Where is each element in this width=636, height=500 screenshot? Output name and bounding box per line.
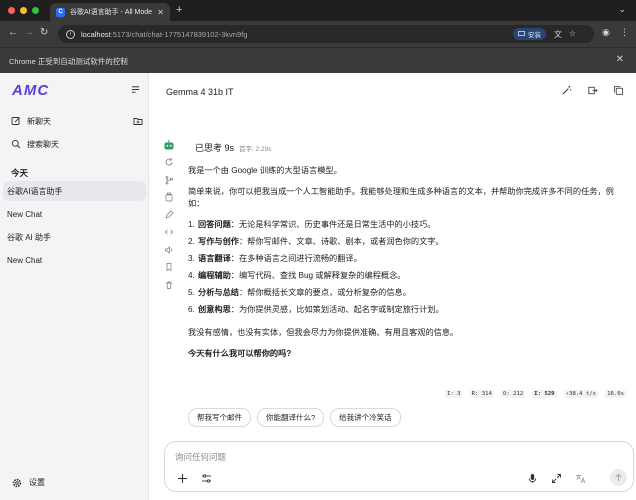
browser-tab[interactable]: C 谷歌AI语言助手 - All Model Ch ✕ xyxy=(50,3,170,21)
new-chat-button[interactable]: 新聊天 xyxy=(6,112,143,130)
speaker-icon[interactable] xyxy=(164,245,174,255)
conversation-item[interactable]: 谷歌 AI 助手 xyxy=(3,227,146,247)
list-item: 6. 创意构思：为你提供灵感，比如策划活动、起名字或制定旅行计划。 xyxy=(188,305,444,314)
first-token-time: 首字: 2.29s xyxy=(239,146,272,153)
token-stats: I: 3 R: 314 O: 212 Σ: 529 ⚡38.4 t/s 16.0… xyxy=(445,389,626,399)
settings-label: 设置 xyxy=(29,478,45,487)
app-logo: AMC xyxy=(12,82,50,99)
automation-infobar: Chrome 正受到自动测试软件的控制 ✕ xyxy=(0,47,636,73)
plus-icon[interactable] xyxy=(177,473,188,484)
tab-favicon-icon: C xyxy=(56,7,65,17)
copy-conversation-icon[interactable] xyxy=(613,85,624,96)
tab-title: 谷歌AI语言助手 - All Model Ch xyxy=(70,9,153,16)
message-actions xyxy=(164,157,174,297)
copy-message-icon[interactable] xyxy=(164,192,174,202)
address-bar[interactable]: i localhost:5173/chat/chat-1775147839102… xyxy=(58,25,594,43)
list-item: 1. 回答问题：无论是科学常识、历史事件还是日常生活中的小技巧。 xyxy=(188,220,436,229)
translate-icon[interactable]: 文 xyxy=(554,29,562,40)
chat-main: Gemma 4 31b IT 已思考 9s 首字: 2.29s 我是一个由 Go… xyxy=(150,73,636,500)
thinking-label: 已思考 9s xyxy=(195,143,235,153)
message-closing: 今天有什么我可以帮你的吗? xyxy=(188,349,292,358)
automation-notice-text: Chrome 正受到自动测试软件的控制 xyxy=(9,57,128,66)
settings-button[interactable]: 设置 xyxy=(12,477,45,488)
reload-icon[interactable]: ↻ xyxy=(40,27,48,39)
install-app-button[interactable]: 安装 xyxy=(513,28,546,40)
list-item: 4. 编程辅助：编写代码、查找 Bug 或解释复杂的编程概念。 xyxy=(188,271,406,280)
bookmark-star-icon[interactable]: ☆ xyxy=(569,29,576,38)
conversation-item[interactable]: New Chat xyxy=(3,204,146,224)
branch-icon[interactable] xyxy=(164,175,174,185)
install-icon xyxy=(518,31,525,36)
stat-input-tokens: I: 3 xyxy=(445,390,463,398)
maximize-window-button[interactable] xyxy=(32,7,39,14)
list-item: 3. 语言翻译：在多种语言之间进行流畅的翻译。 xyxy=(188,254,362,263)
translate-input-icon[interactable] xyxy=(575,473,586,484)
regenerate-icon[interactable] xyxy=(164,157,174,167)
message-note: 我没有感情，也没有实体，但我会尽力为你提供准确、有用且客观的信息。 xyxy=(188,328,459,337)
conversation-item[interactable]: New Chat xyxy=(3,250,146,270)
arrow-up-icon xyxy=(615,473,622,481)
new-folder-icon[interactable] xyxy=(133,116,143,126)
sidebar: AMC 新聊天 搜索聊天 今天 谷歌AI语言助手 New Chat 谷歌 AI … xyxy=(0,73,149,500)
search-icon xyxy=(11,139,21,149)
new-chat-label: 新聊天 xyxy=(27,116,51,126)
pencil-icon xyxy=(11,117,20,125)
bookmark-icon[interactable] xyxy=(164,262,174,272)
url-text: localhost:5173/chat/chat-1775147839102-3… xyxy=(81,29,248,39)
close-window-button[interactable] xyxy=(8,7,15,14)
forward-arrow-icon[interactable]: → xyxy=(24,27,34,39)
stat-speed: ⚡38.4 t/s xyxy=(563,390,599,398)
browser-toolbar: ← → ↻ i localhost:5173/chat/chat-1775147… xyxy=(0,21,636,47)
list-item: 5. 分析与总结：帮你概括长文章的要点，或分析复杂的信息。 xyxy=(188,288,411,297)
tab-search-icon[interactable]: ⌄ xyxy=(618,4,626,15)
suggestion-chip[interactable]: 给我讲个冷笑话 xyxy=(330,408,401,427)
suggestion-chip[interactable]: 帮我写个邮件 xyxy=(188,408,251,427)
stat-output-tokens: O: 212 xyxy=(500,390,526,398)
chat-input-box[interactable]: 询问任何问题 xyxy=(164,441,634,492)
capability-list: 1. 回答问题：无论是科学常识、历史事件还是日常生活中的小技巧。 2. 写作与创作：… xyxy=(188,219,628,321)
collapse-sidebar-icon[interactable] xyxy=(131,85,140,94)
suggestion-chip[interactable]: 你能翻译什么? xyxy=(257,408,325,427)
expand-icon[interactable] xyxy=(551,473,562,484)
stat-total-tokens: Σ: 529 xyxy=(532,390,557,398)
assistant-message: 我是一个由 Google 训练的大型语言模型。 简单来说，你可以把我当成一个人工… xyxy=(188,165,628,369)
stat-reasoning-tokens: R: 314 xyxy=(469,390,494,398)
edit-message-icon[interactable] xyxy=(164,210,174,220)
new-tab-button[interactable]: + xyxy=(176,4,182,16)
suggestion-chips: 帮我写个邮件 你能翻译什么? 给我讲个冷笑话 xyxy=(188,408,401,427)
minimize-window-button[interactable] xyxy=(20,7,27,14)
close-infobar-icon[interactable]: ✕ xyxy=(616,54,624,65)
chat-input-placeholder[interactable]: 询问任何问题 xyxy=(175,451,226,463)
browser-menu-icon[interactable]: ⋮ xyxy=(620,27,629,38)
profile-icon[interactable]: ◉ xyxy=(602,27,610,38)
stat-duration: 16.0s xyxy=(605,390,626,398)
gear-icon xyxy=(12,478,22,487)
code-view-icon[interactable] xyxy=(164,227,174,237)
search-chat-label: 搜索聊天 xyxy=(27,139,59,149)
browser-tab-bar: C 谷歌AI语言助手 - All Model Ch ✕ + ⌄ xyxy=(0,0,636,21)
microphone-icon[interactable] xyxy=(527,473,538,484)
search-chat-button[interactable]: 搜索聊天 xyxy=(6,135,143,153)
share-export-icon[interactable] xyxy=(587,85,598,96)
conversation-item[interactable]: 谷歌AI语言助手 xyxy=(3,181,146,201)
message-intro: 我是一个由 Google 训练的大型语言模型。 xyxy=(188,166,342,175)
tools-sliders-icon[interactable] xyxy=(201,473,212,484)
message-paragraph: 简单来说，你可以把我当成一个人工智能助手。我能够处理和生成多种语言的文本，并帮助… xyxy=(188,187,614,208)
site-info-icon[interactable]: i xyxy=(66,29,75,39)
send-button[interactable] xyxy=(610,469,627,486)
model-name[interactable]: Gemma 4 31b IT xyxy=(166,87,234,97)
close-tab-icon[interactable]: ✕ xyxy=(157,8,164,17)
back-arrow-icon[interactable]: ← xyxy=(8,27,18,39)
section-today-heading: 今天 xyxy=(11,168,29,178)
magic-wand-icon[interactable] xyxy=(561,85,572,96)
bot-avatar-icon xyxy=(164,140,174,150)
delete-icon[interactable] xyxy=(164,280,174,290)
thinking-indicator[interactable]: 已思考 9s 首字: 2.29s xyxy=(195,141,272,154)
list-item: 2. 写作与创作：帮你写邮件、文章、诗歌、剧本，或者润色你的文字。 xyxy=(188,237,444,246)
